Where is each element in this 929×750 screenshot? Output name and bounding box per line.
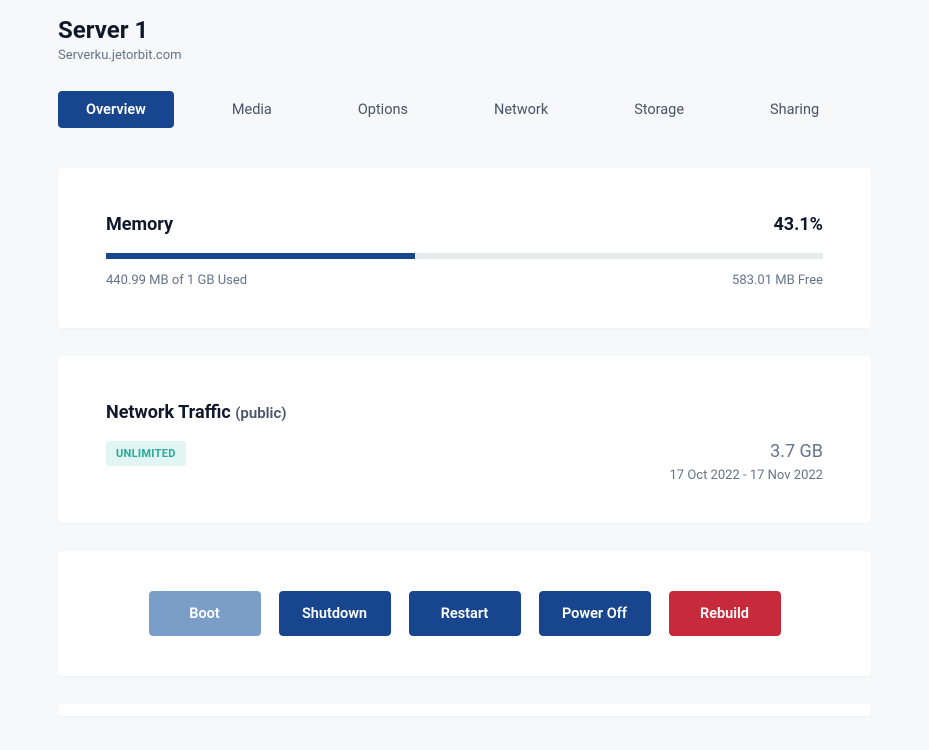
actions-card: Boot Shutdown Restart Power Off Rebuild	[58, 551, 871, 676]
shutdown-button[interactable]: Shutdown	[279, 591, 391, 636]
memory-card: Memory 43.1% 440.99 MB of 1 GB Used 583.…	[58, 168, 871, 328]
memory-progress-fill	[106, 253, 415, 259]
page-subtitle: Serverku.jetorbit.com	[58, 48, 871, 63]
memory-used-label: 440.99 MB of 1 GB Used	[106, 273, 247, 288]
memory-free-label: 583.01 MB Free	[732, 273, 823, 288]
rebuild-button[interactable]: Rebuild	[669, 591, 781, 636]
boot-button[interactable]: Boot	[149, 591, 261, 636]
page-header: Server 1 Serverku.jetorbit.com	[58, 16, 871, 63]
tab-storage[interactable]: Storage	[606, 91, 712, 128]
tab-sharing[interactable]: Sharing	[742, 91, 847, 128]
poweroff-button[interactable]: Power Off	[539, 591, 651, 636]
tabs-nav: Overview Media Options Network Storage S…	[58, 91, 871, 128]
network-title-text: Network Traffic	[106, 402, 231, 423]
network-date-range: 17 Oct 2022 - 17 Nov 2022	[669, 468, 823, 483]
page-title: Server 1	[58, 16, 871, 44]
network-scope: (public)	[235, 404, 286, 422]
tab-media[interactable]: Media	[204, 91, 300, 128]
network-title: Network Traffic (public)	[106, 402, 823, 423]
memory-percent: 43.1%	[773, 214, 823, 235]
network-badge: UNLIMITED	[106, 441, 186, 466]
tab-network[interactable]: Network	[466, 91, 576, 128]
restart-button[interactable]: Restart	[409, 591, 521, 636]
tab-options[interactable]: Options	[330, 91, 436, 128]
memory-title: Memory	[106, 214, 173, 235]
tab-overview[interactable]: Overview	[58, 91, 174, 128]
network-card: Network Traffic (public) UNLIMITED 3.7 G…	[58, 356, 871, 523]
network-amount: 3.7 GB	[669, 441, 823, 462]
next-card-peek	[58, 704, 871, 716]
memory-progress-bar	[106, 253, 823, 259]
